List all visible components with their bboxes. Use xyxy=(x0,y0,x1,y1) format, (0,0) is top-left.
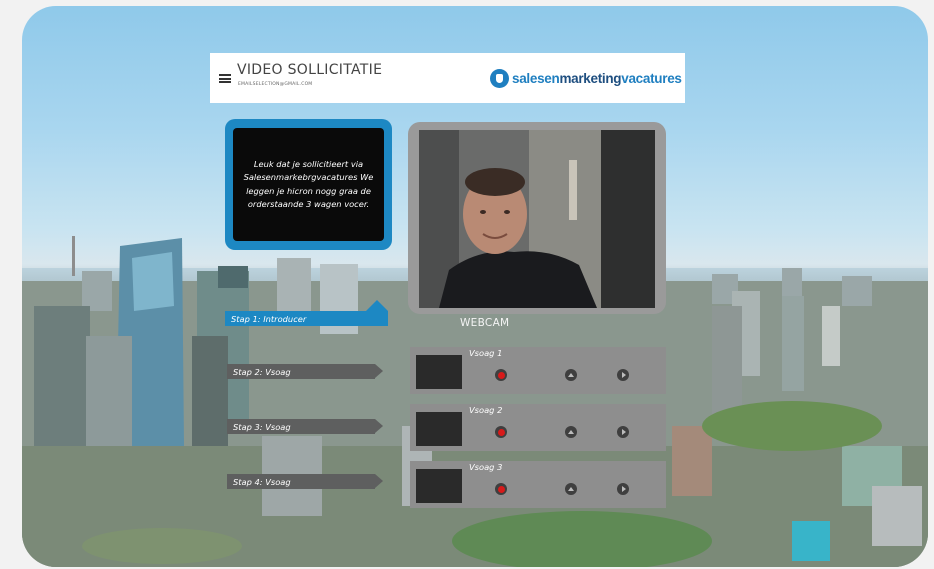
upload-icon xyxy=(568,487,574,491)
upload-icon xyxy=(568,430,574,434)
play-button[interactable] xyxy=(617,483,629,495)
step-label: Stap 1: Introducer xyxy=(231,313,307,324)
upload-icon xyxy=(568,373,574,377)
question-panel-1: Vsoag 1 xyxy=(410,347,666,394)
step-label: Stap 2: Vsoag xyxy=(233,366,291,377)
upload-button[interactable] xyxy=(565,483,577,495)
question-title: Vsoag 3 xyxy=(469,462,503,472)
record-icon xyxy=(497,371,505,379)
question-video-thumbnail[interactable] xyxy=(416,412,462,446)
record-button[interactable] xyxy=(495,369,507,381)
play-icon xyxy=(621,486,626,492)
webcam-label: WEBCAM xyxy=(460,317,510,329)
page-title: VIDEO SOLLICITATIE xyxy=(237,62,383,78)
intro-message: Leuk dat je sollicitieert via Salesenmar… xyxy=(243,158,374,209)
step-label: Stap 4: Vsoag xyxy=(233,476,291,487)
hamburger-menu-icon[interactable] xyxy=(219,74,231,83)
step-4-question[interactable]: Stap 4: Vsoag xyxy=(227,474,383,489)
play-button[interactable] xyxy=(617,426,629,438)
question-panel-2: Vsoag 2 xyxy=(410,404,666,451)
record-button[interactable] xyxy=(495,426,507,438)
record-icon xyxy=(497,485,505,493)
question-video-thumbnail[interactable] xyxy=(416,355,462,389)
logo-text-part1: salesen xyxy=(512,70,560,86)
record-icon xyxy=(497,428,505,436)
step-3-question[interactable]: Stap 3: Vsoag xyxy=(227,419,383,434)
intro-card: Leuk dat je sollicitieert via Salesenmar… xyxy=(225,119,392,250)
intro-message-box: Leuk dat je sollicitieert via Salesenmar… xyxy=(233,128,384,241)
webcam-person-image xyxy=(419,130,655,308)
play-icon xyxy=(621,372,626,378)
tooth-logo-icon xyxy=(490,68,509,88)
step-1-introduction[interactable]: Stap 1: Introducer xyxy=(225,311,388,326)
app-header: VIDEO SOLLICITATIE EMAILSELECTION@GMAIL.… xyxy=(210,53,685,103)
record-button[interactable] xyxy=(495,483,507,495)
question-title: Vsoag 2 xyxy=(469,405,503,415)
play-button[interactable] xyxy=(617,369,629,381)
question-panel-3: Vsoag 3 xyxy=(410,461,666,508)
step-label: Stap 3: Vsoag xyxy=(233,421,291,432)
webcam-frame xyxy=(408,122,666,314)
webcam-video[interactable] xyxy=(419,130,655,308)
logo-text-part3: vacatures xyxy=(621,70,682,86)
logo-text-part2: marketing xyxy=(559,70,622,86)
brand-logo[interactable]: salesen marketing vacatures xyxy=(490,67,682,89)
upload-button[interactable] xyxy=(565,369,577,381)
email-address: EMAILSELECTION@GMAIL.COM xyxy=(238,82,313,87)
step-pointer-arrow xyxy=(366,300,388,311)
upload-button[interactable] xyxy=(565,426,577,438)
step-2-question[interactable]: Stap 2: Vsoag xyxy=(227,364,383,379)
question-video-thumbnail[interactable] xyxy=(416,469,462,503)
play-icon xyxy=(621,429,626,435)
question-title: Vsoag 1 xyxy=(469,348,503,358)
